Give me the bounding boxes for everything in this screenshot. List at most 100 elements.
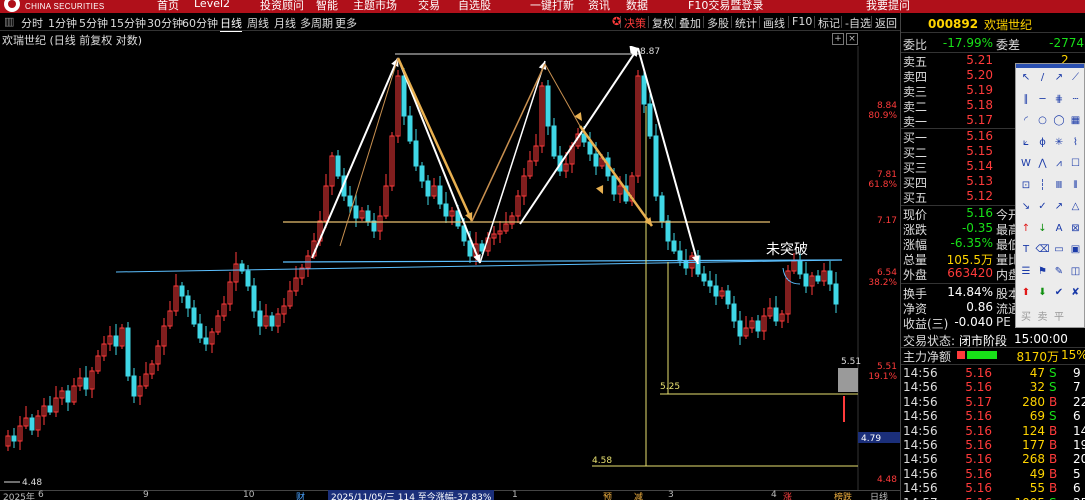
top-menu-item[interactable]: Level2 [194, 0, 230, 10]
cycle-icon[interactable]: ⌇ [1068, 135, 1084, 151]
date-marker[interactable]: 榜跌 [834, 490, 852, 500]
period-icon[interactable]: ⊡ [1018, 178, 1034, 194]
date-marker[interactable]: 减 [634, 490, 643, 500]
top-menu-item[interactable]: F10交易暨登录 [688, 0, 763, 13]
select-arrow-icon[interactable]: ↖ [1018, 70, 1034, 86]
fibonacci-icon[interactable]: ϕ [1035, 135, 1051, 151]
date-marker[interactable]: 财 [296, 490, 305, 500]
delete-icon[interactable]: ⌫ [1035, 242, 1051, 258]
tick-icon[interactable]: ┆ [1035, 178, 1051, 194]
period-tab[interactable]: 分时 [21, 15, 43, 31]
period-tab[interactable]: 月线 [274, 15, 296, 31]
date-marker[interactable]: 涨 [783, 490, 792, 500]
cross-icon[interactable]: ⊠ [1068, 221, 1084, 237]
row-price: 5.16 [966, 129, 993, 143]
toolbar-action[interactable]: 统计 [735, 15, 757, 31]
period-tab[interactable]: 1分钟 [48, 15, 77, 31]
close-panel-button[interactable]: × [846, 33, 858, 45]
order-ratio-label: 委比 [903, 38, 928, 52]
period-tab[interactable]: 日线 [220, 15, 242, 32]
down-mark-icon[interactable]: ⬇ [1035, 285, 1051, 301]
date-marker[interactable]: 预 [603, 490, 612, 500]
period-tab[interactable]: 30分钟 [147, 15, 183, 31]
top-menu-item[interactable]: 首页 [157, 0, 179, 13]
horizontal-icon[interactable]: ─ [1035, 92, 1051, 108]
text-icon[interactable]: T [1018, 242, 1034, 258]
up-mark-icon[interactable]: ⬆ [1018, 285, 1034, 301]
order-diff-value: -2774 [1049, 36, 1084, 50]
bars-icon[interactable]: Ⅲ [1051, 178, 1067, 194]
palette-trade-button[interactable]: 平 [1051, 310, 1067, 326]
save-icon[interactable]: ▣ [1068, 242, 1084, 258]
toolbar-action[interactable]: 多股 [707, 15, 729, 31]
date-tick: 4 [771, 490, 777, 500]
top-menu-item[interactable]: 自选股 [458, 0, 491, 13]
kline-chart[interactable]: 8.84 80.9% 7.81 61.8% 7.17 6.54 38.2% 5.51 19.1%… [0, 46, 900, 492]
segment-icon[interactable]: ⟋ [1068, 70, 1084, 86]
down-green-icon[interactable]: ↓ [1035, 221, 1051, 237]
period-tab[interactable]: 更多 [335, 15, 357, 31]
camera-icon[interactable]: ◫ [1068, 264, 1084, 280]
grid-icon[interactable]: ▦ [1068, 113, 1084, 129]
period-tab[interactable]: 15分钟 [110, 15, 146, 31]
circle-icon[interactable]: ○ [1035, 113, 1051, 129]
top-menu-item[interactable]: 智能 [316, 0, 338, 13]
check-icon[interactable]: ✓ [1035, 199, 1051, 215]
triangle-icon[interactable]: △ [1068, 199, 1084, 215]
fan-icon[interactable]: ⟀ [1018, 135, 1034, 151]
top-menu-item[interactable]: 主题市场 [353, 0, 397, 13]
period-tab[interactable]: 周线 [247, 15, 269, 31]
toolbar-action[interactable]: 复权 [652, 15, 674, 31]
up-red-icon[interactable]: ↑ [1018, 221, 1034, 237]
decision-icon[interactable]: ✪ [612, 15, 621, 28]
abc-icon[interactable]: ⩘ [1051, 156, 1067, 172]
toolbar-action[interactable]: 叠加 [679, 15, 701, 31]
ellipse-icon[interactable]: ◯ [1051, 113, 1067, 129]
candle-body [611, 175, 617, 195]
toolbar-action[interactable]: F10 [792, 15, 812, 28]
palette-titlebar[interactable] [1016, 64, 1084, 68]
cancel-mark-icon[interactable]: ✘ [1068, 285, 1084, 301]
wave-icon[interactable]: W [1018, 156, 1034, 172]
palette-trade-button[interactable]: 卖 [1035, 310, 1051, 326]
period-tab[interactable]: 5分钟 [79, 15, 108, 31]
toolbar-action[interactable]: -自选 [845, 15, 871, 31]
parallel-icon[interactable]: ∥ [1018, 92, 1034, 108]
note-icon[interactable]: ✎ [1051, 264, 1067, 280]
list-icon[interactable]: ☰ [1018, 264, 1034, 280]
down-arrow-icon[interactable]: ↘ [1018, 199, 1034, 215]
row-price: 5.17 [966, 113, 993, 127]
add-panel-button[interactable]: + [832, 33, 844, 45]
channel-icon[interactable]: ⋕ [1051, 92, 1067, 108]
line-icon[interactable]: / [1035, 70, 1051, 86]
top-menu-item[interactable]: 数据 [626, 0, 648, 13]
text-a-icon[interactable]: A [1051, 221, 1067, 237]
period-tab[interactable]: 60分钟 [182, 15, 218, 31]
tick-side: B [1049, 466, 1058, 481]
pattern-icon[interactable]: ⋀ [1035, 156, 1051, 172]
top-menu-item[interactable]: 我要提问 [866, 0, 910, 13]
toolbar-action[interactable]: 画线 [763, 15, 785, 31]
box-icon[interactable]: ☐ [1068, 156, 1084, 172]
period-tab[interactable]: 多周期 [300, 15, 333, 31]
vol-icon[interactable]: ⦀ [1068, 178, 1084, 194]
arc-icon[interactable]: ◜ [1018, 113, 1034, 129]
palette-trade-button[interactable]: 买 [1018, 310, 1034, 326]
toolbar-action[interactable]: 决策 [624, 15, 646, 31]
candle-body [347, 195, 353, 207]
top-menu-item[interactable]: 投资顾问 [260, 0, 304, 13]
top-menu-item[interactable]: 交易 [418, 0, 440, 13]
ray-icon[interactable]: ↗ [1051, 70, 1067, 86]
toolbar-action[interactable]: 标记 [818, 15, 840, 31]
order-ratio-value: -17.99% [942, 36, 993, 50]
top-menu-item[interactable]: 一键打新 [530, 0, 574, 13]
toolbar-bars-icon[interactable]: ▥ [4, 15, 14, 28]
gann-icon[interactable]: ✳ [1051, 135, 1067, 151]
toolbar-action[interactable]: 返回 [875, 15, 897, 31]
price-line-icon[interactable]: ┄ [1068, 92, 1084, 108]
check-mark-icon[interactable]: ✔ [1051, 285, 1067, 301]
rect-icon[interactable]: ▭ [1051, 242, 1067, 258]
flag-icon[interactable]: ⚑ [1035, 264, 1051, 280]
top-menu-item[interactable]: 资讯 [588, 0, 610, 13]
up-arrow-icon[interactable]: ↗ [1051, 199, 1067, 215]
